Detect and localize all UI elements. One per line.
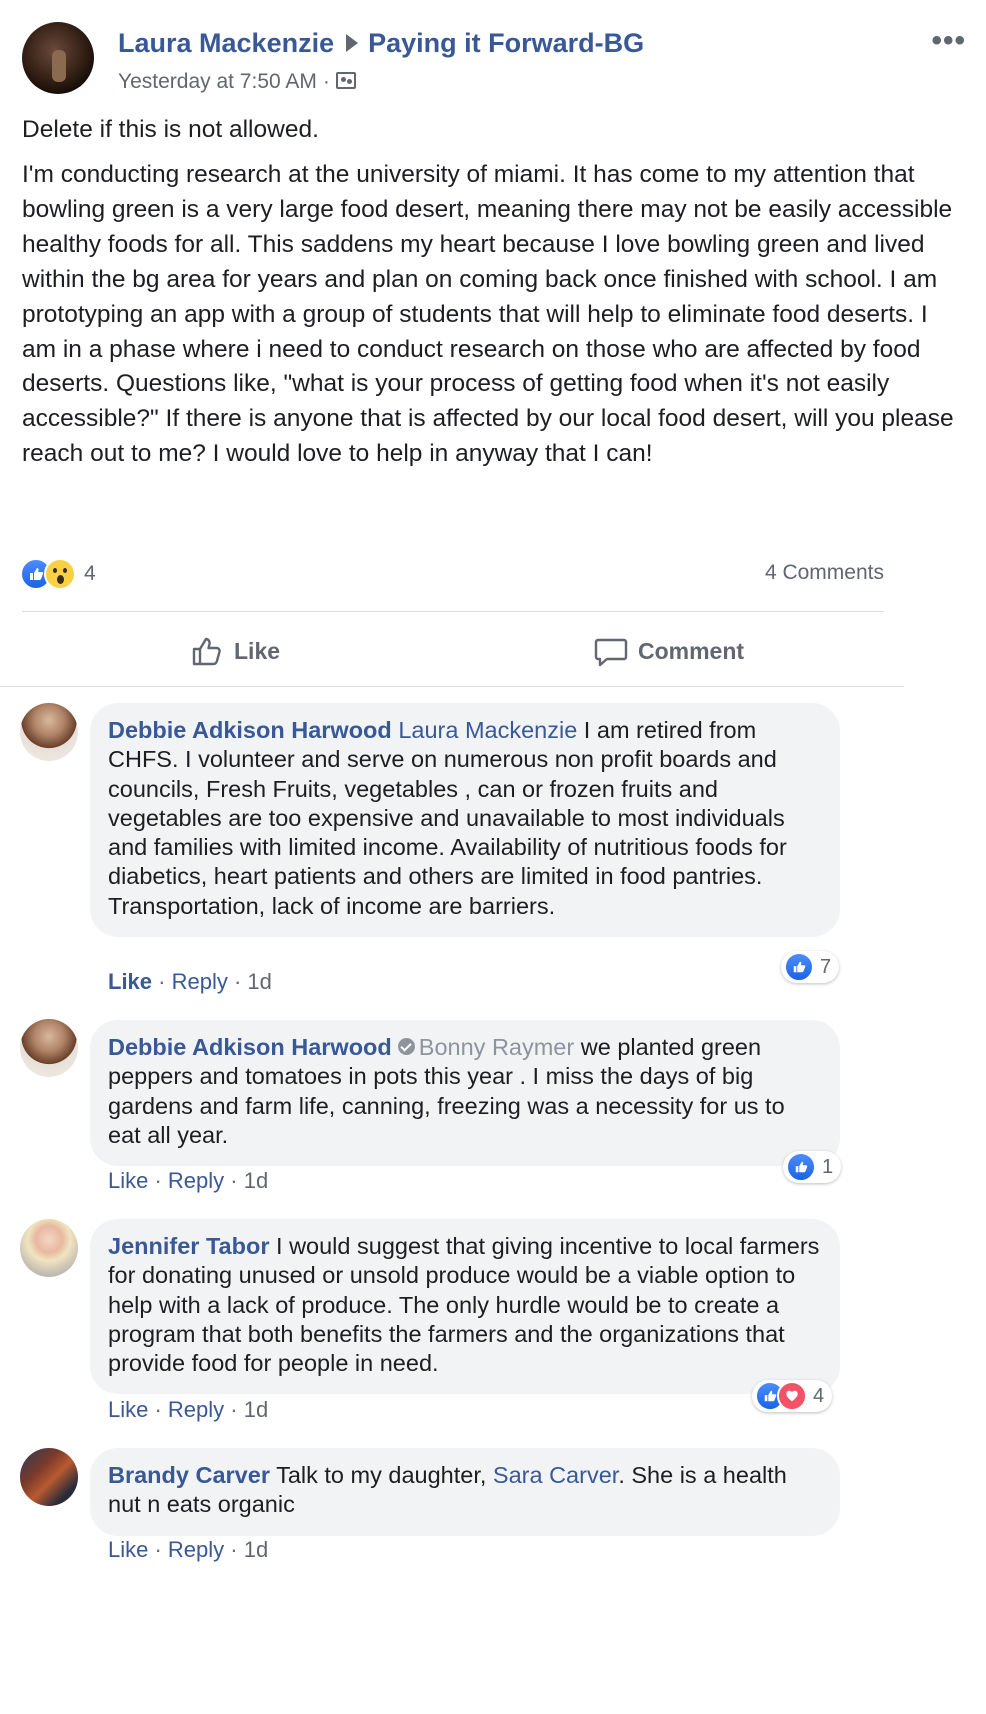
commenter-avatar[interactable] [20,1019,78,1077]
divider [0,686,904,687]
like-button[interactable]: Like [190,626,280,676]
comment-bubble: Brandy Carver Talk to my daughter, Sara … [90,1448,840,1536]
reaction-count: 4 [813,1384,825,1407]
wow-reaction-icon [44,558,76,590]
post-timestamp[interactable]: Yesterday at 7:50 AM [118,70,317,93]
comment-bubble: Debbie Adkison Harwood Laura Mackenzie I… [90,703,840,938]
comment-time[interactable]: 1d [244,1397,268,1422]
verified-check-icon [397,1038,415,1056]
comment-button[interactable]: Comment [594,626,744,676]
like-reaction-icon [784,952,814,982]
commenter-name[interactable]: Jennifer Tabor [108,1233,269,1259]
speech-bubble-icon [594,638,628,667]
comment-like-link[interactable]: Like [108,1397,148,1422]
separator: · [152,969,172,994]
commenter-avatar[interactable] [20,703,78,761]
commenter-name[interactable]: Debbie Adkison Harwood [108,717,392,743]
comment-like-link[interactable]: Like [108,1537,148,1562]
separator: · [148,1397,168,1422]
separator: · [224,1537,244,1562]
comment-time[interactable]: 1d [244,1537,268,1562]
comment-like-link[interactable]: Like [108,1168,148,1193]
comment-reaction-badge[interactable]: 7 [781,951,840,983]
reaction-count: 4 [84,562,96,585]
comment-bubble: Debbie Adkison Harwood Bonny Raymer we pl… [90,1020,840,1167]
comment-time[interactable]: 1d [247,969,271,994]
separator: · [227,969,248,994]
comment-text: I am retired from CHFS. I volunteer and … [108,717,787,919]
facebook-post: Laura Mackenzie Paying it Forward-BG Yest… [0,0,986,1714]
comment-reply-link[interactable]: Reply [168,1397,224,1422]
reaction-summary[interactable]: 4 [20,558,96,590]
love-reaction-icon [777,1381,807,1411]
post-meta: Yesterday at 7:50 AM · [118,70,356,94]
separator: · [224,1168,244,1193]
mention-link[interactable]: Bonny Raymer [419,1034,574,1060]
comment-text: Talk to my daughter, [269,1462,493,1488]
commenter-name[interactable]: Debbie Adkison Harwood [108,1034,392,1060]
author-name-link[interactable]: Laura Mackenzie [118,28,334,58]
reaction-count: 7 [820,955,832,978]
triangle-arrow-icon [346,33,359,52]
comment-actions: Like · Reply · 1d [108,1397,268,1423]
comment-actions: Like · Reply · 1d [108,1537,268,1563]
separator: · [224,1397,244,1422]
mention-link[interactable]: Laura Mackenzie [398,717,577,743]
meta-separator: · [322,70,330,93]
comment-reply-link[interactable]: Reply [168,1168,224,1193]
divider [22,611,884,612]
group-name-link[interactable]: Paying it Forward-BG [368,28,644,58]
post-header: Laura Mackenzie Paying it Forward-BG [118,28,644,59]
commenter-avatar[interactable] [20,1448,78,1506]
thumbs-up-icon [192,637,221,666]
post-text-line1: Delete if this is not allowed. [22,116,319,143]
comment-like-link[interactable]: Like [108,969,152,994]
more-dots-icon[interactable]: ••• [931,24,966,58]
commenter-name[interactable]: Brandy Carver [108,1462,270,1488]
comment-reply-link[interactable]: Reply [172,969,228,994]
comment-actions: Like · Reply · 1d [108,1168,268,1194]
comments-count-link[interactable]: 4 Comments [765,561,884,585]
like-reaction-icon [786,1152,816,1182]
group-icon [335,71,356,89]
comment-actions: Like · Reply · 1d [108,969,272,995]
separator: · [148,1537,168,1562]
separator: · [148,1168,168,1193]
comment-time[interactable]: 1d [244,1168,268,1193]
comment-bubble: Jennifer Tabor I would suggest that givi… [90,1219,840,1395]
post-text-body: I'm conducting research at the universit… [22,161,954,468]
commenter-avatar[interactable] [20,1219,78,1277]
like-label: Like [234,637,281,664]
comment-reaction-badge[interactable]: 1 [783,1151,842,1183]
reaction-count: 1 [822,1155,834,1178]
post-actions: Like Comment [22,626,884,676]
comment-reaction-badge[interactable]: 4 [752,1380,833,1412]
mention-link[interactable]: Sara Carver [493,1462,618,1488]
author-avatar[interactable] [22,22,94,94]
comment-reply-link[interactable]: Reply [168,1537,224,1562]
comment-label: Comment [638,637,745,664]
